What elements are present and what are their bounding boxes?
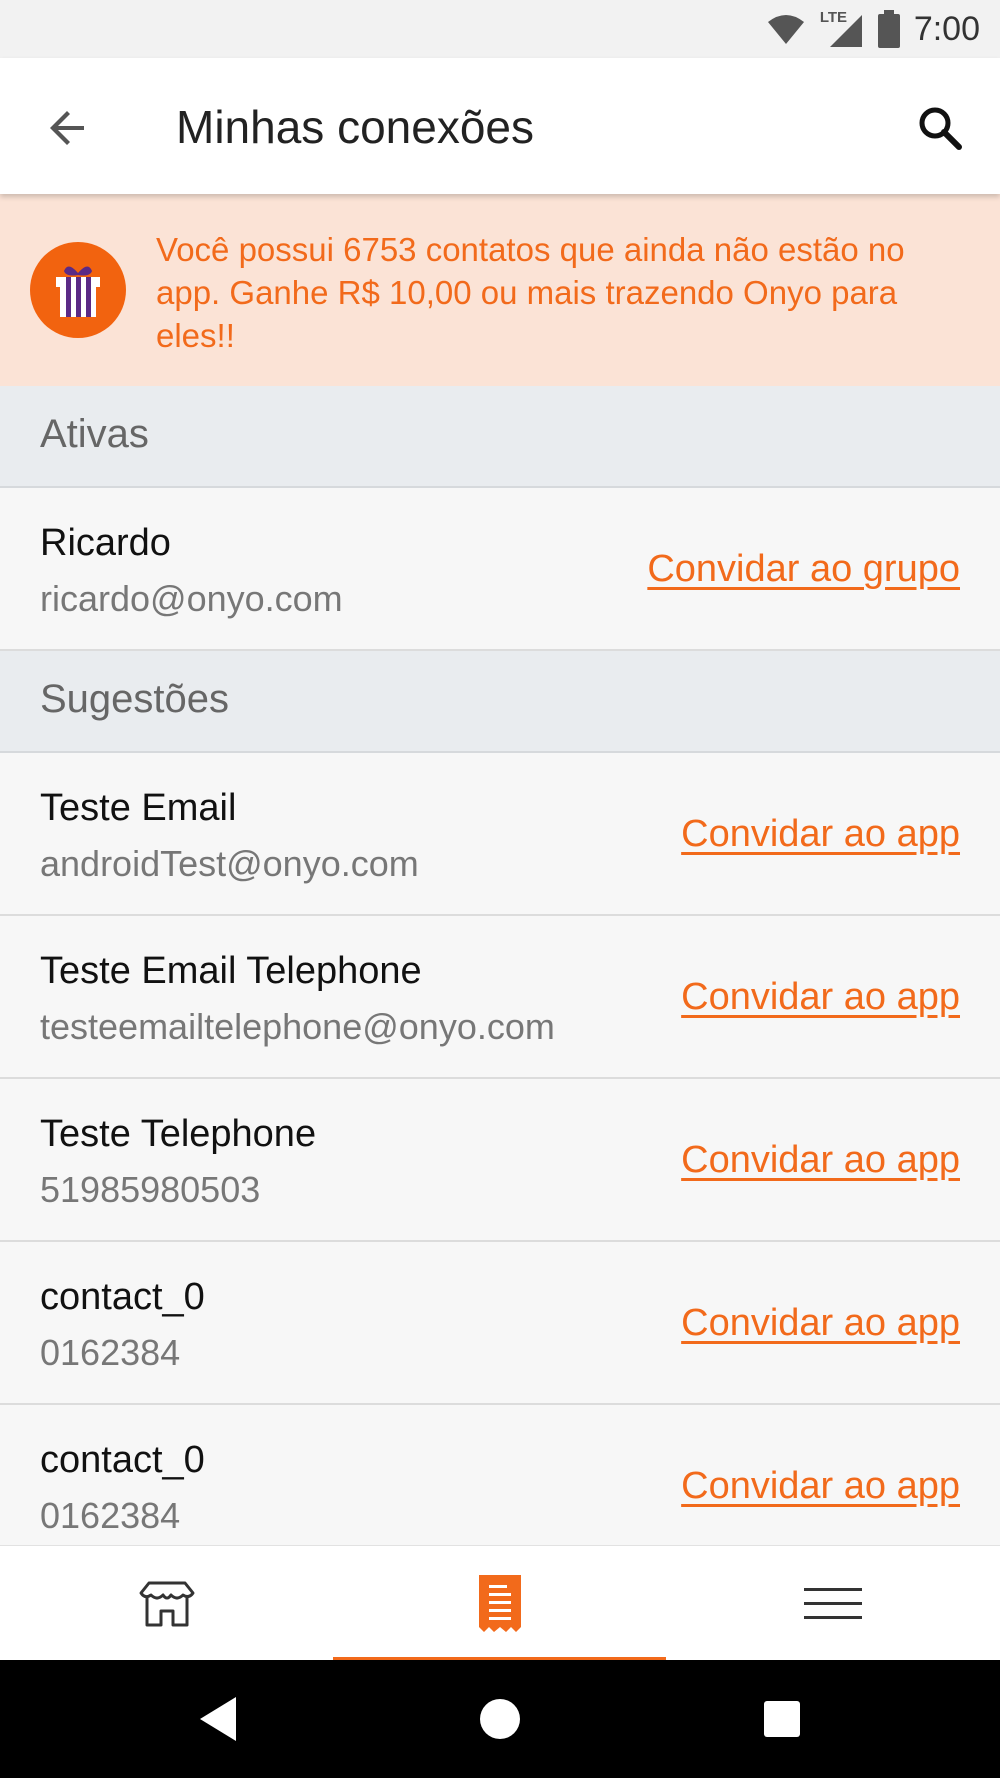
section-title: Ativas [40,412,149,456]
bottom-navigation [0,1545,1000,1661]
invite-to-app-link[interactable]: Convidar ao app [681,813,960,856]
invite-to-app-link[interactable]: Convidar ao app [681,976,960,1019]
invite-to-app-link[interactable]: Convidar ao app [681,1139,960,1182]
status-icons: LTE 7:00 [766,0,980,58]
invite-to-app-link[interactable]: Convidar ao app [681,1465,960,1508]
receipt-icon [478,1574,521,1632]
invite-banner[interactable]: Você possui 6753 contatos que ainda não … [0,194,1000,388]
back-button[interactable] [36,96,100,160]
battery-icon [877,10,900,48]
list-item[interactable]: Teste Telephone 51985980503 Convidar ao … [0,1079,1000,1242]
arrow-left-icon [50,111,84,145]
status-bar: LTE 7:00 [0,0,1000,58]
store-icon [139,1581,194,1626]
contact-name: Teste Telephone [40,1113,317,1155]
contact-detail: testeemailtelephone@onyo.com [40,1006,555,1047]
system-home-button[interactable] [470,1689,530,1749]
contact-name: contact_0 [40,1439,205,1481]
list-item[interactable]: contact_0 0162384 Convidar ao app [0,1405,1000,1568]
system-back-button[interactable] [188,1689,248,1749]
list-item[interactable]: Teste Email androidTest@onyo.com Convida… [0,753,1000,916]
page-title: Minhas conexões [176,101,534,153]
search-button[interactable] [908,96,972,160]
app-bar: Minhas conexões [0,58,1000,194]
list-item[interactable]: Teste Email Telephone testeemailtelephon… [0,916,1000,1079]
search-icon [919,107,962,150]
menu-icon [803,1587,862,1619]
contact-name: Teste Email Telephone [40,950,422,992]
list-item[interactable]: contact_0 0162384 Convidar ao app [0,1242,1000,1405]
square-recents-icon [764,1701,800,1737]
lte-signal-icon: LTE [820,9,864,49]
triangle-back-icon [200,1697,236,1741]
nav-orders[interactable] [333,1546,666,1661]
contact-detail: 51985980503 [40,1169,261,1210]
system-recents-button[interactable] [752,1689,812,1749]
banner-message: Você possui 6753 contatos que ainda não … [156,231,905,354]
section-title: Sugestões [40,677,230,721]
contact-detail: ricardo@onyo.com [40,578,343,619]
section-header-suggestions: Sugestões [0,651,1000,753]
gift-icon [30,242,126,338]
contact-detail: 0162384 [40,1332,181,1373]
invite-to-app-link[interactable]: Convidar ao app [681,1302,960,1345]
invite-to-group-link[interactable]: Convidar ao grupo [647,548,960,591]
contact-detail: androidTest@onyo.com [40,843,419,884]
system-navigation-bar [0,1660,1000,1778]
contact-name: Teste Email [40,787,237,829]
list-item[interactable]: Ricardo ricardo@onyo.com Convidar ao gru… [0,488,1000,651]
wifi-icon [767,15,804,44]
contact-name: contact_0 [40,1276,205,1318]
status-time: 7:00 [913,9,980,48]
section-header-active: Ativas [0,386,1000,488]
contact-detail: 0162384 [40,1495,181,1536]
nav-menu[interactable] [666,1546,999,1661]
nav-store[interactable] [0,1546,333,1661]
circle-home-icon [480,1699,520,1739]
contact-name: Ricardo [40,522,171,564]
